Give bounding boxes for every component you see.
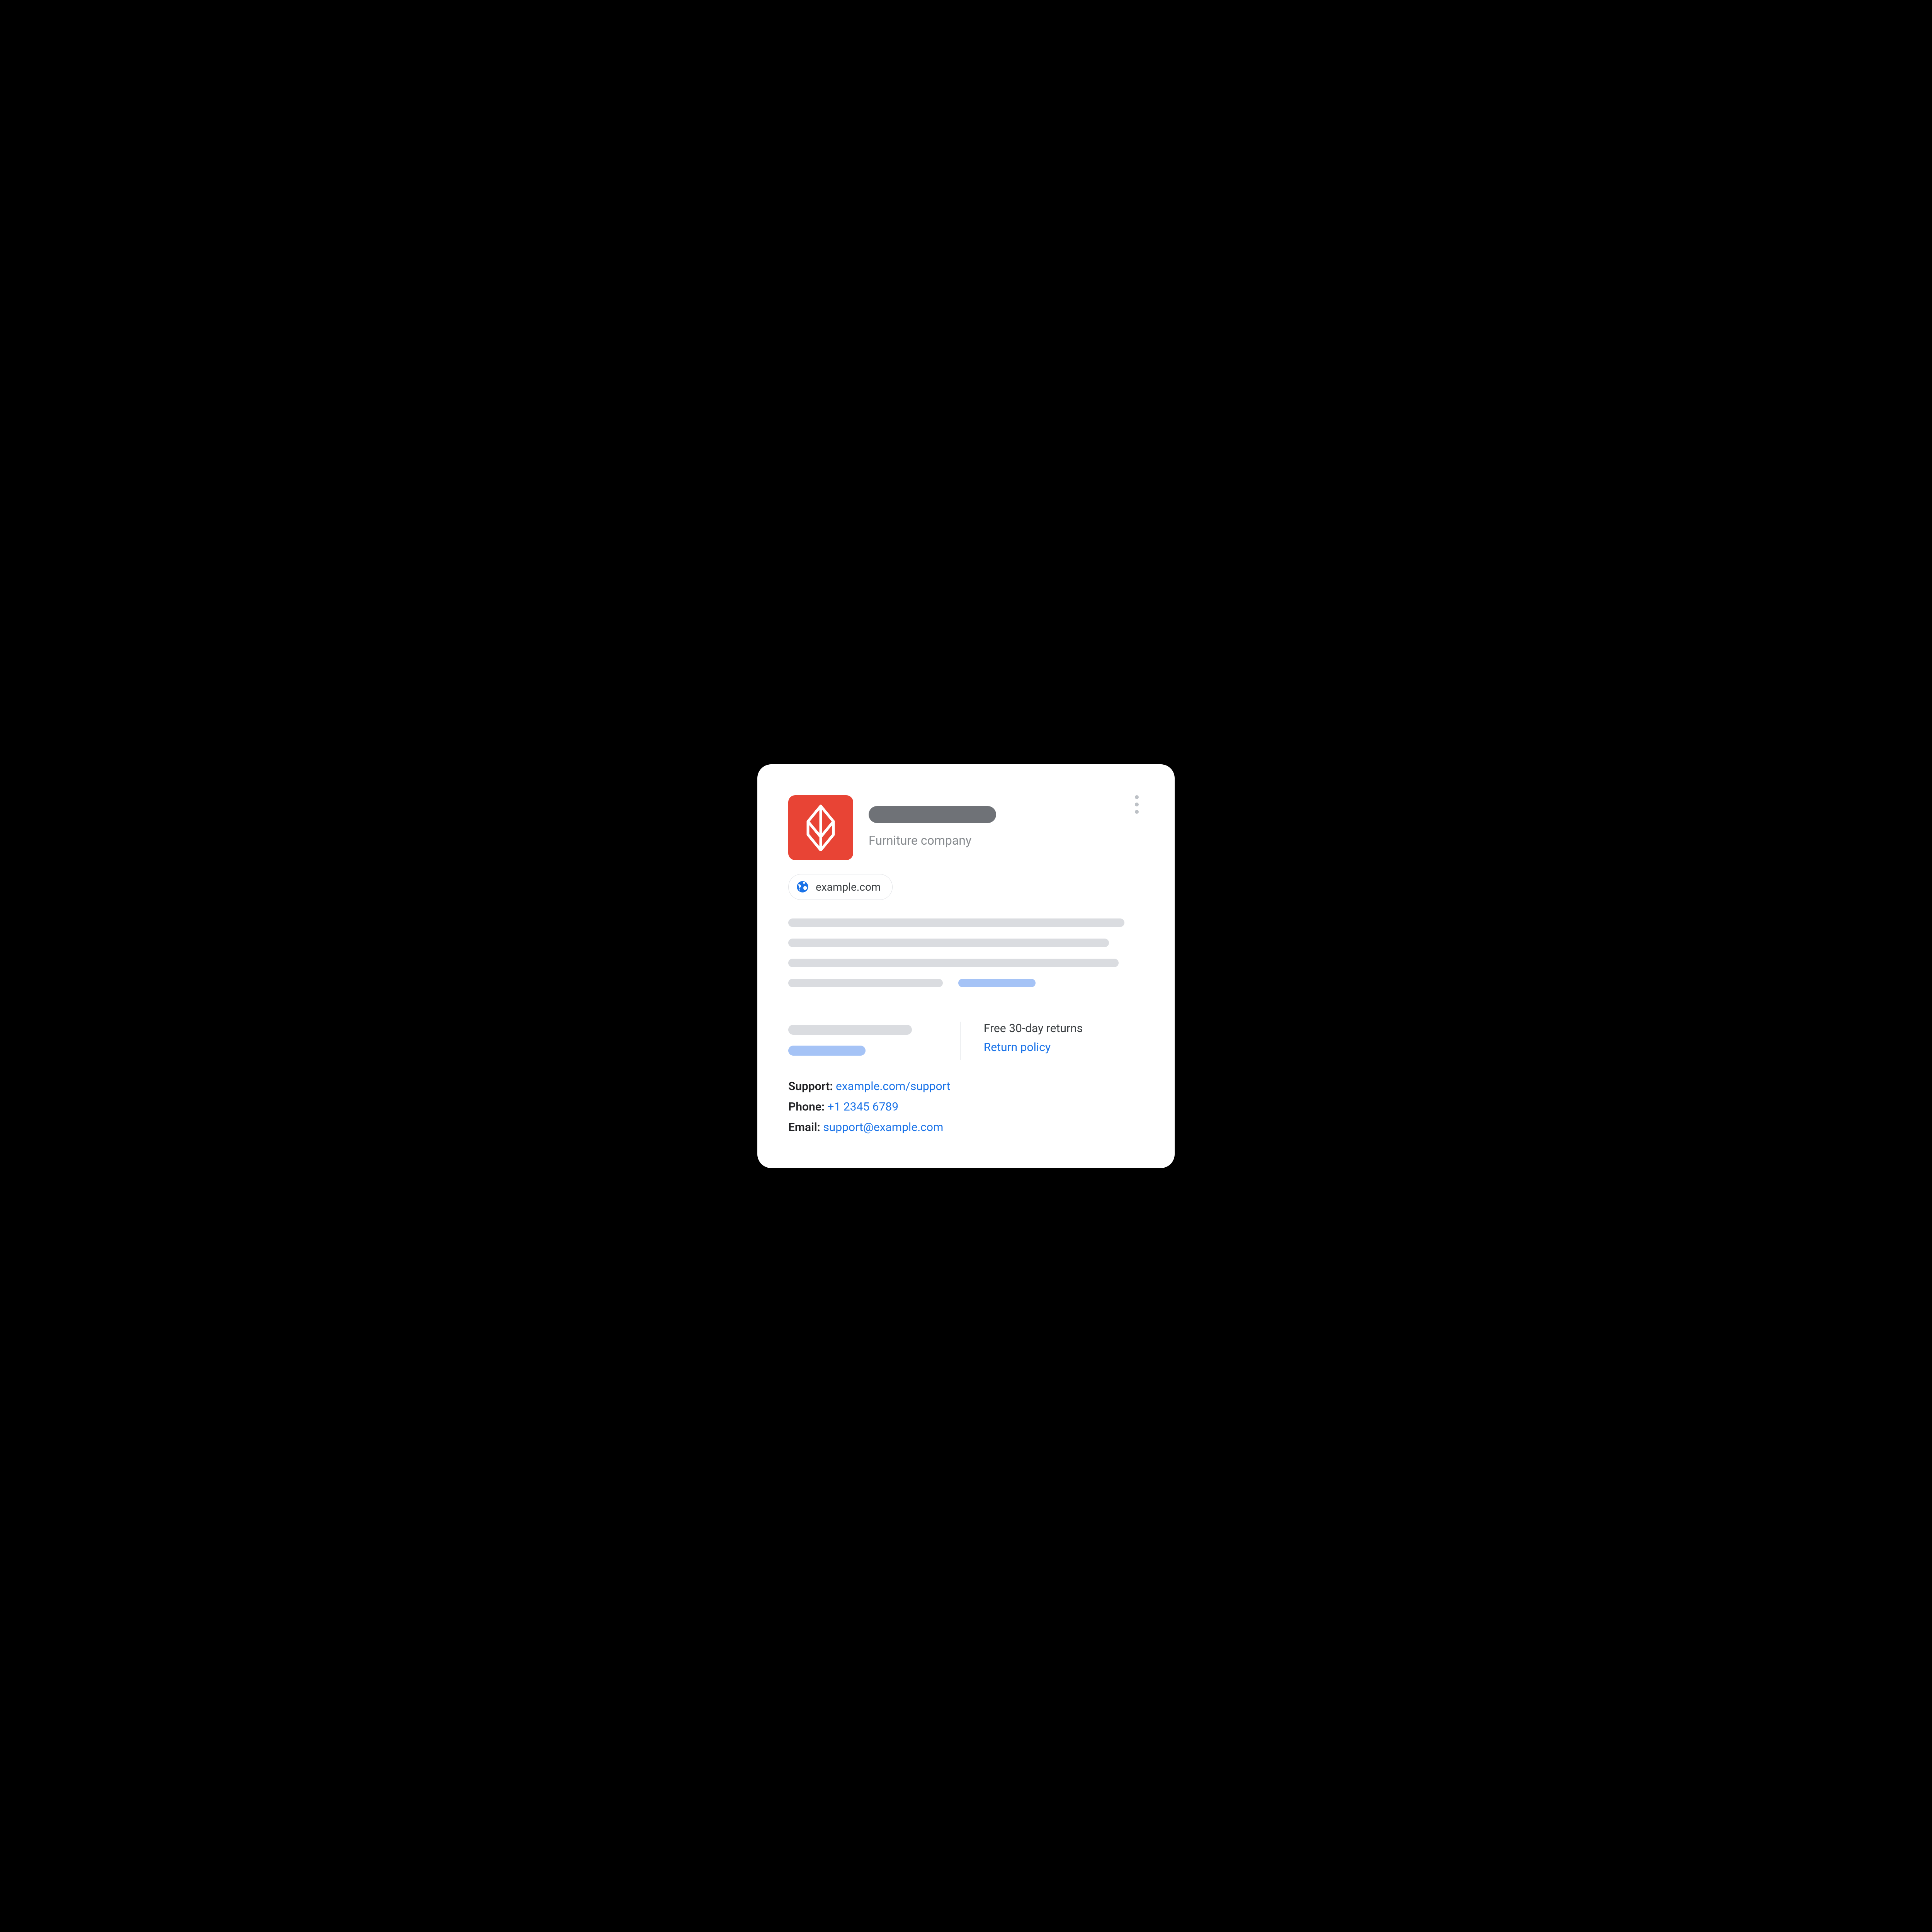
globe-icon [796,881,809,893]
text-placeholder [788,918,1124,927]
description-placeholder-block [788,918,1144,987]
link-placeholder [958,979,1036,987]
vertical-divider [960,1022,961,1060]
phone-link[interactable]: +1 2345 6789 [828,1100,899,1114]
contact-block: Support: example.com/support Phone: +1 2… [788,1080,1144,1134]
support-link[interactable]: example.com/support [836,1080,950,1093]
support-label: Support: [788,1080,833,1093]
email-line: Email: support@example.com [788,1121,1144,1134]
text-placeholder-row [788,979,1144,987]
returns-text: Free 30-day returns [984,1022,1144,1035]
info-left-column [788,1022,960,1060]
chair-icon [803,804,838,851]
info-columns: Free 30-day returns Return policy [788,1022,1144,1060]
header: Furniture company [788,795,1144,860]
phone-line: Phone: +1 2345 6789 [788,1100,1144,1114]
text-placeholder [788,939,1109,947]
more-options-button[interactable] [1130,795,1144,814]
email-link[interactable]: support@example.com [823,1121,943,1134]
company-name-placeholder [869,806,996,823]
text-placeholder [788,1025,912,1035]
website-chip[interactable]: example.com [788,874,893,900]
phone-label: Phone: [788,1100,825,1114]
email-label: Email: [788,1121,820,1134]
support-line: Support: example.com/support [788,1080,1144,1093]
text-placeholder [788,959,1119,967]
link-placeholder [788,1046,866,1056]
kebab-dot-icon [1135,795,1139,799]
return-policy-link[interactable]: Return policy [984,1041,1051,1054]
kebab-dot-icon [1135,803,1139,806]
header-text: Furniture company [869,795,1144,848]
company-logo [788,795,853,860]
text-placeholder [788,979,943,987]
website-domain: example.com [816,881,881,893]
kebab-dot-icon [1135,810,1139,814]
knowledge-panel-card: Furniture company example.com Free 30-da… [757,764,1175,1168]
company-category: Furniture company [869,833,1144,848]
info-right-column: Free 30-day returns Return policy [972,1022,1144,1060]
